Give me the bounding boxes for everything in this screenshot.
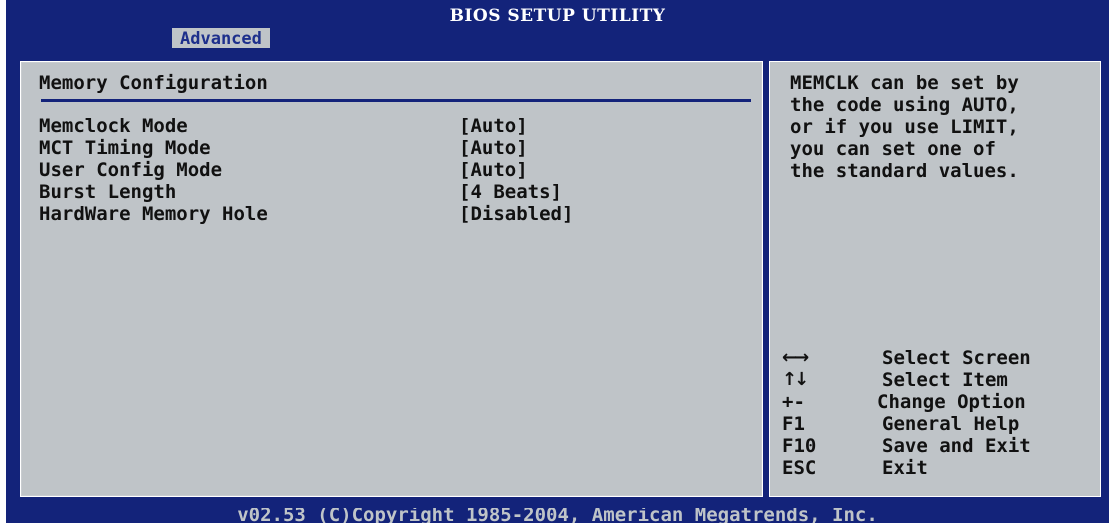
help-line: MEMCLK can be set by [790,72,1019,94]
key-name: ESC [782,457,817,479]
footer-bar: v02.53 (C)Copyright 1985-2004, American … [6,508,1109,523]
key-row-select-screen: ←→ Select Screen [782,347,1092,369]
help-pane: MEMCLK can be set by the code using AUTO… [769,61,1101,497]
setting-burst-length[interactable]: Burst Length [4 Beats] [39,181,739,203]
key-description: Select Item [882,369,1008,391]
setting-label: MCT Timing Mode [39,137,211,159]
key-description: Select Screen [882,347,1031,369]
bios-screen: BIOS SETUP UTILITY Advanced Memory Confi… [0,0,1114,523]
help-line: or if you use LIMIT, [790,116,1019,138]
key-description: General Help [882,413,1020,435]
bios-title: BIOS SETUP UTILITY [449,6,666,26]
setting-value[interactable]: [4 Beats] [459,181,562,203]
setting-value[interactable]: [Auto] [459,115,528,137]
help-line: the standard values. [790,160,1019,182]
key-row-general-help: F1 General Help [782,413,1092,435]
key-row-select-item: ↑↓ Select Item [782,369,1092,391]
up-down-arrows-icon: ↑↓ [782,369,809,390]
tab-advanced[interactable]: Advanced [172,28,270,49]
setting-memclock-mode[interactable]: Memclock Mode [Auto] [39,115,739,137]
plus-minus-icon: +- [782,391,805,413]
setting-label: User Config Mode [39,159,223,181]
key-name: F10 [782,435,817,457]
help-line: you can set one of [790,138,996,160]
section-divider [41,99,751,102]
key-row-save-and-exit: F10 Save and Exit [782,435,1092,457]
help-text: MEMCLK can be set by the code using AUTO… [790,72,1090,182]
key-row-exit: ESC Exit [782,457,1092,479]
header-bar: BIOS SETUP UTILITY Advanced [6,0,1109,49]
section-title: Memory Configuration [39,72,268,94]
setting-value[interactable]: [Auto] [459,159,528,181]
key-row-change-option: +- Change Option [782,391,1092,413]
setting-label: HardWare Memory Hole [39,203,268,225]
key-description: Exit [882,457,928,479]
left-right-arrows-icon: ←→ [782,347,809,368]
settings-pane: Memory Configuration Memclock Mode [Auto… [20,61,763,497]
help-line: the code using AUTO, [790,94,1019,116]
key-name: F1 [782,413,805,435]
setting-value[interactable]: [Auto] [459,137,528,159]
setting-mct-timing-mode[interactable]: MCT Timing Mode [Auto] [39,137,739,159]
setting-label: Burst Length [39,181,177,203]
copyright-text: v02.53 (C)Copyright 1985-2004, American … [237,508,878,523]
key-description: Change Option [877,391,1026,413]
setting-hardware-memory-hole[interactable]: HardWare Memory Hole [Disabled] [39,203,739,225]
setting-value[interactable]: [Disabled] [459,203,573,225]
setting-user-config-mode[interactable]: User Config Mode [Auto] [39,159,739,181]
setting-label: Memclock Mode [39,115,188,137]
key-legend: ←→ Select Screen ↑↓ Select Item +- Chang… [782,347,1092,479]
key-description: Save and Exit [882,435,1031,457]
